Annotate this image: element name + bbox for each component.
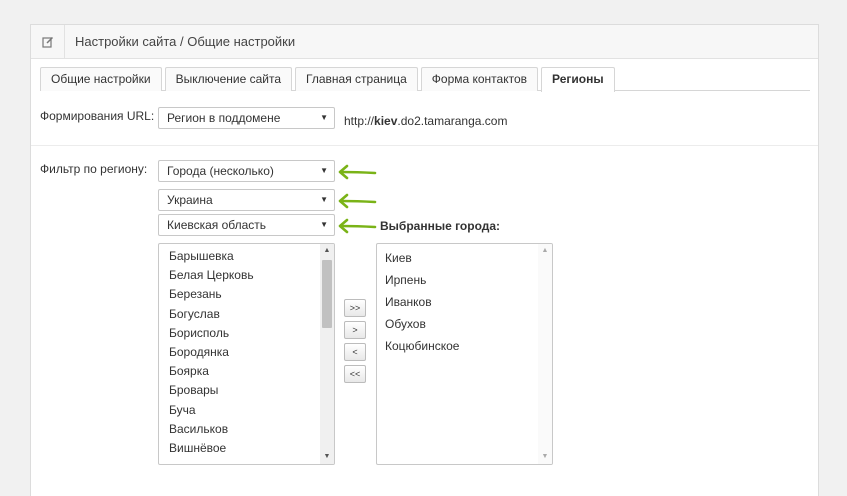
settings-panel: Настройки сайта / Общие настройки Общие … [30, 24, 819, 496]
scroll-down-icon[interactable]: ▼ [538, 450, 552, 464]
tab-contact-form[interactable]: Форма контактов [420, 67, 539, 91]
edit-icon [31, 24, 65, 59]
list-item[interactable]: Белая Церковь [169, 268, 334, 287]
list-item[interactable]: Березань [169, 287, 334, 306]
list-item[interactable]: Киев [385, 251, 552, 273]
page-title: Настройки сайта / Общие настройки [75, 34, 296, 49]
scroll-thumb[interactable] [322, 260, 332, 328]
tab-site-off[interactable]: Выключение сайта [164, 67, 293, 91]
scroll-up-icon[interactable]: ▲ [538, 244, 552, 258]
tab-home-page[interactable]: Главная страница [295, 67, 418, 91]
green-arrow-icon [338, 193, 377, 209]
chevron-down-icon: ▼ [320, 166, 328, 175]
list-item[interactable]: Ирпень [385, 273, 552, 295]
region-filter-label: Фильтр по региону: [40, 162, 148, 176]
list-item[interactable]: Вишнёвое [169, 441, 334, 460]
chevron-down-icon: ▼ [320, 220, 328, 229]
url-example-prefix: http:// [344, 114, 375, 128]
panel-header: Настройки сайта / Общие настройки [31, 24, 818, 59]
tab-regions[interactable]: Регионы [541, 67, 615, 92]
url-mode-select[interactable]: Регион в поддомене ▼ [158, 107, 335, 129]
url-example-subdomain: kiev [374, 114, 398, 128]
remove-all-button[interactable]: << [344, 365, 366, 383]
country-value: Украина [167, 193, 213, 207]
list-item[interactable]: Бородянка [169, 345, 334, 364]
country-select[interactable]: Украина ▼ [158, 189, 335, 211]
add-button[interactable]: > [344, 321, 366, 339]
list-item[interactable]: Бровары [169, 383, 334, 402]
scroll-up-icon[interactable]: ▲ [320, 244, 334, 258]
filter-type-select[interactable]: Города (несколько) ▼ [158, 160, 335, 182]
tab-general[interactable]: Общие настройки [40, 67, 162, 91]
green-arrow-icon [338, 164, 377, 180]
list-item[interactable]: Богуслав [169, 307, 334, 326]
selected-cities-items: Киев Ирпень Иванков Обухов Коцюбинское [377, 244, 552, 361]
tab-bar: Общие настройки Выключение сайта Главная… [40, 67, 810, 92]
selected-cities-list[interactable]: Киев Ирпень Иванков Обухов Коцюбинское ▲… [376, 243, 553, 465]
list-item[interactable]: Боярка [169, 364, 334, 383]
region-select[interactable]: Киевская область ▼ [158, 214, 335, 236]
list-item[interactable]: Буча [169, 403, 334, 422]
available-cities-items: Барышевка Белая Церковь Березань Богусла… [159, 244, 334, 460]
url-example: http://kiev.do2.tamaranga.com [344, 114, 507, 128]
list-item[interactable]: Борисполь [169, 326, 334, 345]
available-scrollbar[interactable]: ▲ ▼ [320, 244, 334, 464]
chevron-down-icon: ▼ [320, 195, 328, 204]
scroll-down-icon[interactable]: ▼ [320, 450, 334, 464]
list-item[interactable]: Васильков [169, 422, 334, 441]
region-value: Киевская область [167, 218, 267, 232]
green-arrow-icon [338, 218, 377, 234]
available-cities-list[interactable]: Барышевка Белая Церковь Березань Богусла… [158, 243, 335, 465]
filter-type-value: Города (несколько) [167, 164, 274, 178]
selected-cities-title: Выбранные города: [380, 219, 501, 233]
chevron-down-icon: ▼ [320, 113, 328, 122]
list-item[interactable]: Обухов [385, 317, 552, 339]
list-item[interactable]: Барышевка [169, 249, 334, 268]
list-item[interactable]: Коцюбинское [385, 339, 552, 361]
url-example-domain: .do2.tamaranga.com [397, 114, 508, 128]
list-item[interactable]: Иванков [385, 295, 552, 317]
add-all-button[interactable]: >> [344, 299, 366, 317]
url-label: Формирования URL: [40, 109, 155, 123]
section-divider [31, 145, 818, 146]
url-mode-value: Регион в поддомене [167, 111, 281, 125]
remove-button[interactable]: < [344, 343, 366, 361]
selected-scrollbar[interactable]: ▲ ▼ [538, 244, 552, 464]
